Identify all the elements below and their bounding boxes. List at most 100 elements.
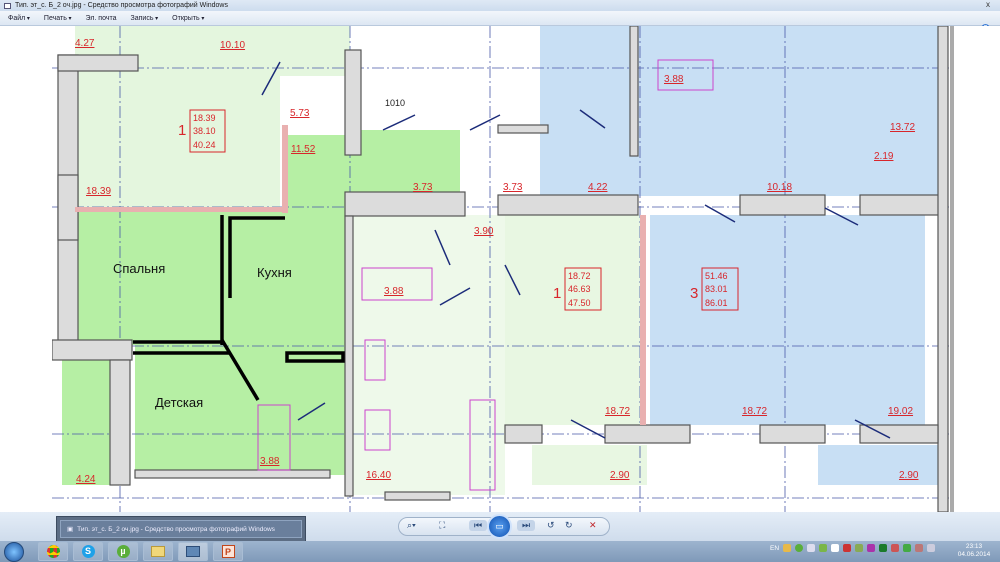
preview-title: Тип. эт_с. Б_2 оч.jpg - Средство просмот… <box>77 525 275 533</box>
utorrent-icon: µ <box>116 545 130 558</box>
room-fill <box>505 215 645 425</box>
area-label: 3.88 <box>260 456 280 467</box>
area-label: 10.18 <box>767 182 792 193</box>
apartment-living-area: 18.39 <box>193 113 216 123</box>
partition-hatch <box>640 215 646 425</box>
area-label: 4.27 <box>75 38 95 49</box>
taskbar-powerpoint[interactable]: P <box>213 542 243 561</box>
date: 04.06.2014 <box>957 551 991 558</box>
powerpoint-icon: P <box>221 545 235 558</box>
menu-burn[interactable]: Запись <box>131 15 159 22</box>
area-label: 10.10 <box>220 40 245 51</box>
area-label: 18.72 <box>605 406 630 417</box>
next-button[interactable]: ⏭ <box>517 520 536 531</box>
actual-size-button[interactable]: ⛶ <box>439 520 445 531</box>
image-viewport[interactable]: Спальня Кухня Детская 4.27 10.10 5.73 11… <box>0 26 1000 512</box>
area-label: 3.88 <box>384 286 404 297</box>
chrome-icon <box>46 545 60 558</box>
balcony-fill <box>818 445 940 485</box>
area-label: 2.90 <box>899 470 919 481</box>
area-label: 13.72 <box>890 122 915 133</box>
photo-viewer-icon <box>186 546 200 557</box>
image-edge <box>950 26 954 512</box>
photo-viewer-icon: ▣ <box>67 526 74 533</box>
menu-file[interactable]: Файл <box>8 15 30 22</box>
utorrent-tray-icon[interactable] <box>795 544 804 552</box>
rotate-cw-button[interactable]: ↻ <box>565 520 573 531</box>
apartment-living-area: 51.46 <box>705 271 728 281</box>
taskbar-thumbnail-preview[interactable]: ▣ Тип. эт_с. Б_2 оч.jpg - Средство просмо… <box>56 516 306 542</box>
loggia-fill <box>345 130 460 195</box>
app-tray-icon[interactable] <box>843 544 852 552</box>
taskbar-explorer[interactable] <box>143 542 173 561</box>
menu-open[interactable]: Открыть <box>172 15 204 22</box>
slideshow-button[interactable]: ▭ <box>487 514 512 539</box>
kitchen-fill <box>285 135 345 475</box>
speaker-icon[interactable] <box>891 544 900 552</box>
area-label: 4.24 <box>76 474 96 485</box>
area-label: 2.90 <box>610 470 630 481</box>
apartment-total-area: 83.01 <box>705 284 728 294</box>
balcony-fill <box>532 445 647 485</box>
apartment-area-with-balcony: 40.24 <box>193 140 216 150</box>
time: 23:13 <box>965 543 983 550</box>
area-label: 4.22 <box>588 182 608 193</box>
sync-icon[interactable] <box>819 544 828 552</box>
area-label: 3.88 <box>664 74 684 85</box>
skype-icon: S <box>81 545 95 558</box>
apartment-total-area: 46.63 <box>568 284 591 294</box>
room-label-kitchen: Кухня <box>257 265 292 280</box>
taskbar-photo-viewer[interactable] <box>178 542 208 561</box>
apartment-area-with-balcony: 47.50 <box>568 298 591 308</box>
start-button[interactable] <box>4 542 24 562</box>
weather-icon[interactable] <box>783 544 792 552</box>
menu-bar: Файл Печать Эл. почта Запись Открыть ? <box>0 11 1000 33</box>
dimension-label: 1010 <box>385 98 405 108</box>
taskbar-utorrent[interactable]: µ <box>108 542 138 561</box>
title-bar: Тип. эт_с. Б_2 оч.jpg - Средство просмот… <box>0 0 1000 11</box>
partition-hatch <box>282 125 288 213</box>
taskbar-chrome[interactable] <box>38 542 68 561</box>
action-center-icon[interactable] <box>927 544 936 552</box>
app-tray-icon[interactable] <box>879 544 888 552</box>
app-icon <box>4 2 11 9</box>
network-icon[interactable] <box>903 544 912 552</box>
room-fill <box>62 360 110 485</box>
area-label: 2.19 <box>874 151 894 162</box>
clock[interactable]: 23:13 04.06.2014 <box>950 543 998 559</box>
room-label-bedroom: Спальня <box>113 261 165 276</box>
app-tray-icon[interactable] <box>855 544 864 552</box>
previous-button[interactable]: ⏮ <box>469 520 488 531</box>
close-button[interactable]: x <box>986 0 990 9</box>
area-label: 3.90 <box>474 226 494 237</box>
area-label: 3.73 <box>413 182 433 193</box>
system-tray: EN <box>770 544 936 552</box>
rotate-ccw-button[interactable]: ↺ <box>547 520 555 531</box>
apartment-total-area: 38.10 <box>193 126 216 136</box>
area-label: 5.73 <box>290 108 310 119</box>
menu-email[interactable]: Эл. почта <box>86 15 117 22</box>
notebook-icon[interactable] <box>831 544 840 552</box>
apartment-living-area: 18.72 <box>568 271 591 281</box>
room-fill <box>345 215 505 495</box>
onenote-icon[interactable] <box>867 544 876 552</box>
menu-print[interactable]: Печать <box>44 15 72 22</box>
apartment-rooms: 1 <box>178 122 186 139</box>
volume-icon[interactable] <box>807 544 816 552</box>
delete-button[interactable]: ✕ <box>589 520 597 531</box>
language-indicator[interactable]: EN <box>770 545 779 552</box>
area-label: 18.72 <box>742 406 767 417</box>
apartment-area-with-balcony: 86.01 <box>705 298 728 308</box>
blue-fill <box>650 215 925 425</box>
area-label: 16.40 <box>366 470 391 481</box>
window-title: Тип. эт_с. Б_2 оч.jpg - Средство просмот… <box>15 2 228 9</box>
folder-icon <box>151 546 165 557</box>
zoom-button[interactable]: ⌕▾ <box>407 520 416 531</box>
floor-plan-image: Спальня Кухня Детская 4.27 10.10 5.73 11… <box>52 26 950 512</box>
taskbar-skype[interactable]: S <box>73 542 103 561</box>
apartment-rooms: 3 <box>690 285 698 302</box>
app-tray-icon[interactable] <box>915 544 924 552</box>
partition-hatch <box>75 207 285 212</box>
area-label: 18.39 <box>86 186 111 197</box>
area-label: 3.73 <box>503 182 523 193</box>
